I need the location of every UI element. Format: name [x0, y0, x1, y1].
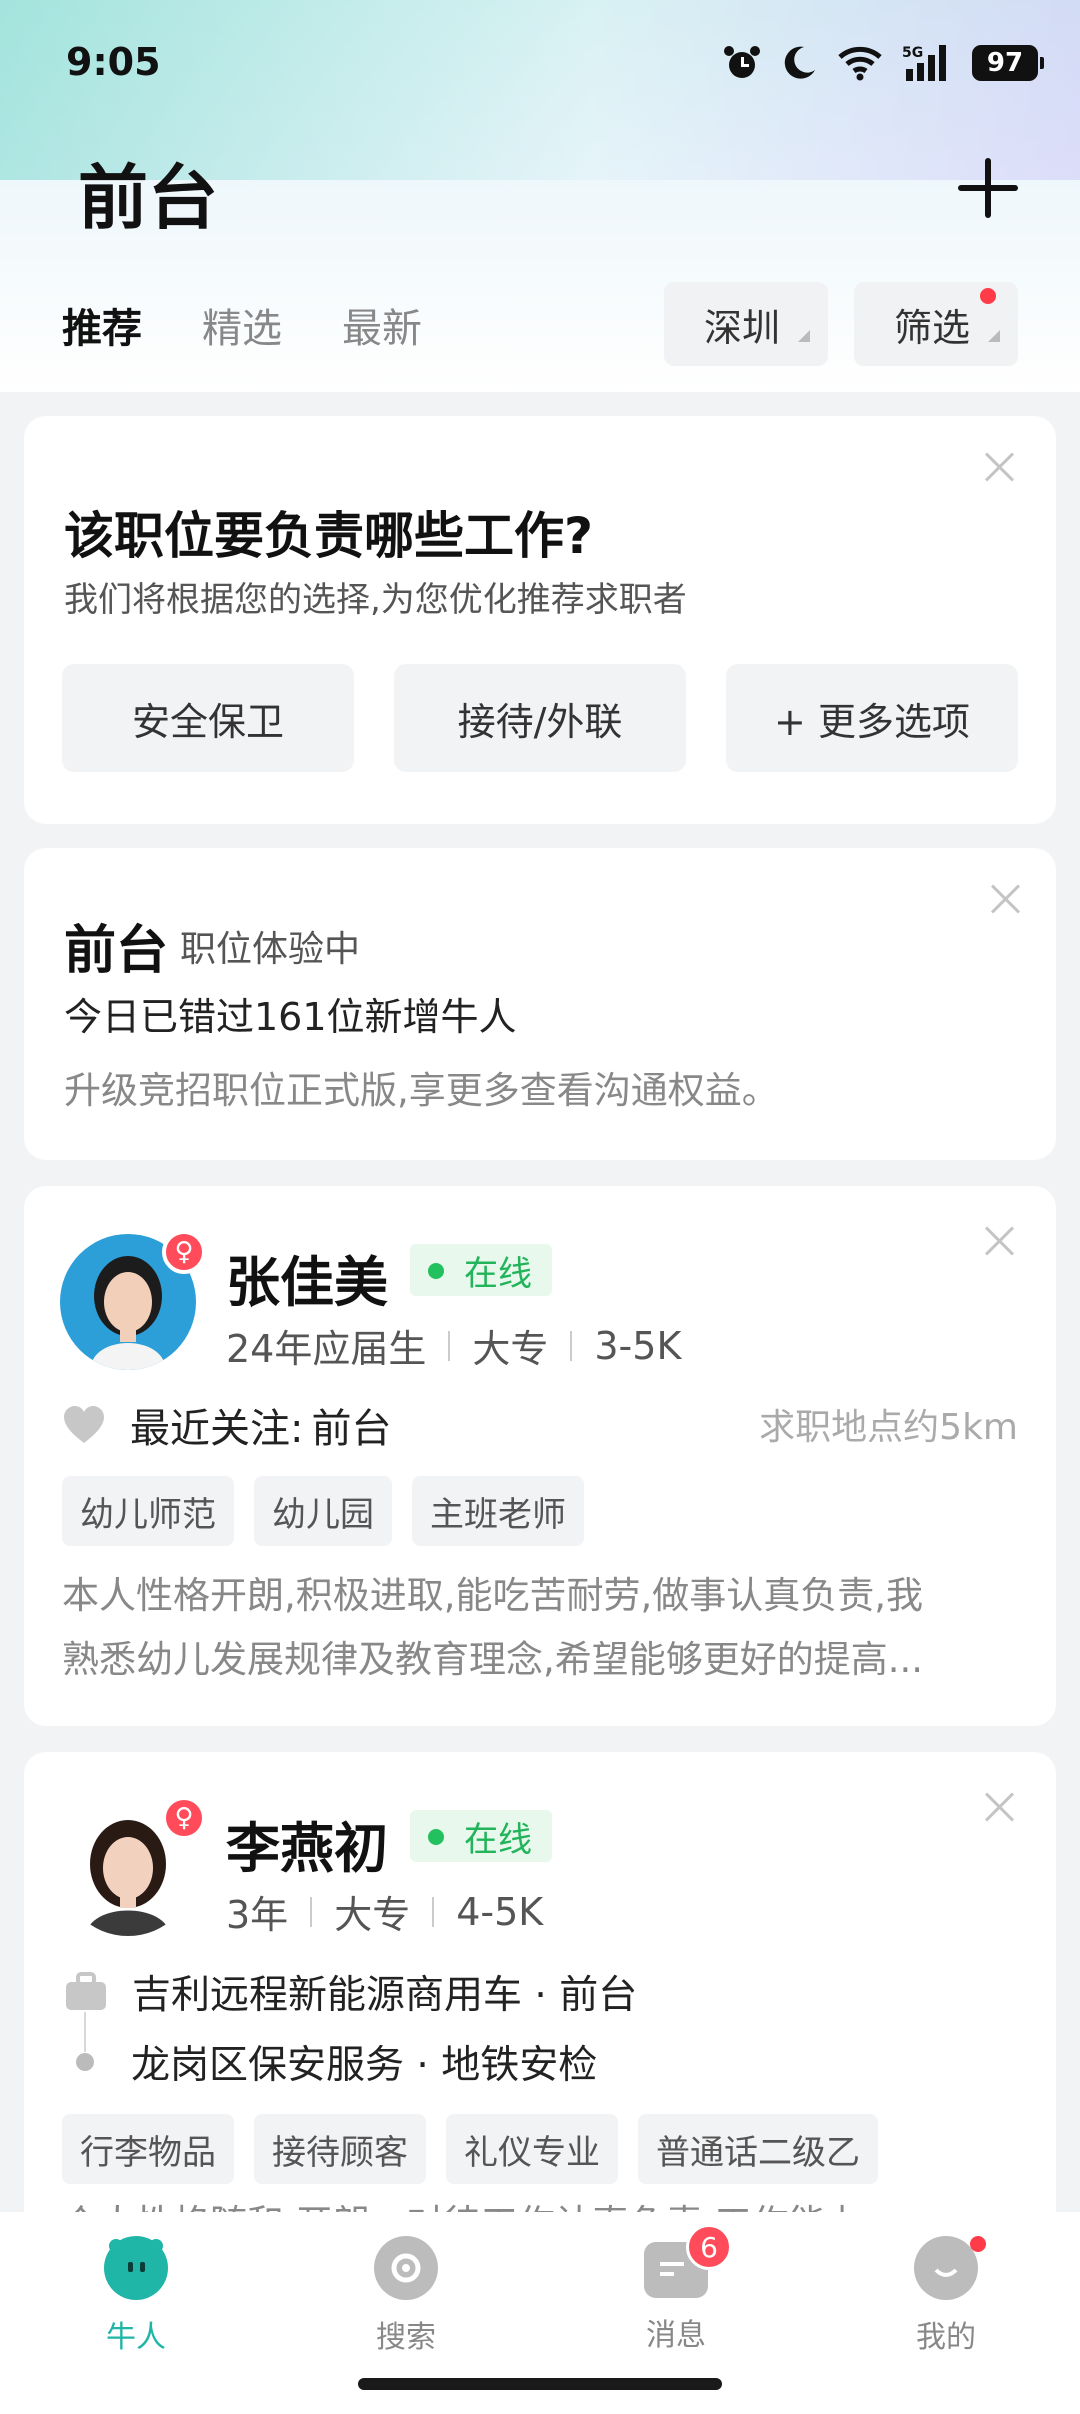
divider: [448, 1330, 451, 1361]
question-card: 该职位要负责哪些工作? 我们将根据您的选择,为您优化推荐求职者 安全保卫 接待/…: [24, 416, 1056, 824]
divider: [570, 1330, 573, 1361]
female-icon: ♀: [162, 1230, 206, 1274]
candidate-card[interactable]: ♀ 李燕初 在线 3年 大专 4-5K 吉利远程新能源商用车 · 前台 龙岗区保…: [24, 1752, 1056, 2272]
notification-dot: [970, 2236, 986, 2252]
nav-item-profile[interactable]: 我的: [866, 2236, 1026, 2356]
tag-chip: 主班老师: [412, 1476, 584, 1546]
tab-recommend[interactable]: 推荐: [62, 296, 142, 354]
city-filter-label: 深圳: [704, 305, 781, 350]
follow-label: 最近关注:: [130, 1406, 304, 1452]
tag-list: 幼儿师范 幼儿园 主班老师: [62, 1476, 584, 1546]
battery-icon: 97: [972, 45, 1044, 81]
svg-text:5G: 5G: [902, 45, 923, 61]
divider: [310, 1896, 313, 1927]
home-indicator[interactable]: [358, 2378, 722, 2390]
status-bar: 9:05 5G 97: [0, 0, 1080, 120]
nav-label: 我的: [916, 2320, 976, 2355]
candidate-card[interactable]: ♀ 张佳美 在线 24年应届生 大专 3-5K 最近关注: 前台 求职地点约5k…: [24, 1186, 1056, 1726]
heart-icon: [64, 1406, 104, 1443]
status-time: 9:05: [66, 40, 161, 84]
work-experience-text: 吉利远程新能源商用车 · 前台: [132, 1973, 638, 2018]
question-title: 该职位要负责哪些工作?: [64, 507, 594, 565]
filter-button[interactable]: 筛选: [854, 282, 1018, 366]
female-icon: ♀: [162, 1796, 206, 1840]
meta-experience: 3年: [226, 1893, 289, 1937]
profile-icon: [914, 2236, 978, 2300]
filter-label: 筛选: [894, 305, 971, 350]
work-experience-row: 吉利远程新能源商用车 · 前台: [64, 1964, 637, 2020]
close-icon[interactable]: [984, 1792, 1014, 1822]
option-button[interactable]: 安全保卫: [62, 664, 354, 772]
meta-education: 大专: [472, 1327, 549, 1371]
work-experience-text: 龙岗区保安服务 · 地铁安检: [131, 2043, 598, 2088]
nav-label: 搜索: [376, 2320, 436, 2355]
work-experience-row: 龙岗区保安服务 · 地铁安检: [64, 2034, 597, 2090]
meta-experience: 24年应届生: [226, 1327, 427, 1371]
nav-item-search[interactable]: 搜索: [326, 2236, 486, 2356]
trial-title: 前台: [64, 921, 169, 981]
nav-item-messages[interactable]: 6 消息: [596, 2224, 756, 2354]
nav-label: 消息: [646, 2318, 706, 2353]
briefcase-icon: [66, 1972, 106, 2010]
meta-salary: 4-5K: [456, 1889, 544, 1934]
tag-chip: 行李物品: [62, 2114, 234, 2184]
wifi-icon: [838, 46, 882, 81]
notification-dot: [980, 288, 996, 304]
trial-upgrade-text: 升级竞招职位正式版,享更多查看沟通权益。: [64, 1069, 779, 1112]
meta-salary: 3-5K: [594, 1323, 682, 1368]
dropdown-triangle-icon: [798, 330, 810, 342]
tag-list: 行李物品 接待顾客 礼仪专业 普通话二级乙: [62, 2114, 878, 2184]
nav-label: 牛人: [106, 2320, 166, 2355]
dropdown-triangle-icon: [988, 330, 1000, 342]
alarm-icon: [724, 46, 760, 78]
candidate-description: 本人性格开朗,积极进取,能吃苦耐劳,做事认真负责,我 熟悉幼儿发展规律及教育理念…: [62, 1564, 1022, 1692]
close-icon[interactable]: [984, 1226, 1014, 1256]
signal-icon: 5G: [902, 45, 946, 81]
candidate-name: 李燕初: [226, 1817, 388, 1880]
trial-missed-text: 今日已错过161位新增牛人: [64, 995, 517, 1039]
tab-bar: 推荐 精选 最新: [62, 296, 422, 354]
option-button[interactable]: 接待/外联: [394, 664, 686, 772]
candidate-meta: 3年 大专 4-5K: [226, 1884, 543, 1939]
moon-icon: [784, 46, 815, 79]
more-options-button[interactable]: + 更多选项: [726, 664, 1018, 772]
page-title: 前台: [78, 157, 218, 239]
description-line: 熟悉幼儿发展规律及教育理念,希望能够更好的提高...: [62, 1638, 924, 1681]
follow-value: 前台: [311, 1406, 392, 1452]
recent-follow-row: 最近关注: 前台: [62, 1396, 391, 1454]
online-badge: 在线: [410, 1810, 552, 1862]
question-subtitle: 我们将根据您的选择,为您优化推荐求职者: [64, 580, 687, 620]
nav-item-niuren[interactable]: 牛人: [56, 2236, 216, 2356]
tag-chip: 礼仪专业: [446, 2114, 618, 2184]
divider: [432, 1896, 435, 1927]
trial-card[interactable]: 前台 职位体验中 今日已错过161位新增牛人 升级竞招职位正式版,享更多查看沟通…: [24, 848, 1056, 1160]
candidate-meta: 24年应届生 大专 3-5K: [226, 1318, 681, 1373]
online-badge: 在线: [410, 1244, 552, 1296]
timeline-dot: [76, 2053, 94, 2071]
close-icon[interactable]: [990, 884, 1020, 914]
tag-chip: 普通话二级乙: [638, 2114, 878, 2184]
candidate-name: 张佳美: [226, 1251, 388, 1314]
tag-chip: 幼儿园: [254, 1476, 392, 1546]
tag-chip: 幼儿师范: [62, 1476, 234, 1546]
niuren-icon: [104, 2236, 168, 2300]
status-icons: 5G 97: [722, 40, 1044, 86]
tab-featured[interactable]: 精选: [202, 296, 282, 354]
search-icon: [374, 2236, 438, 2300]
meta-education: 大专: [334, 1893, 411, 1937]
tag-chip: 接待顾客: [254, 2114, 426, 2184]
description-line: 本人性格开朗,积极进取,能吃苦耐劳,做事认真负责,我: [62, 1574, 924, 1617]
plus-icon[interactable]: [954, 154, 1022, 222]
city-filter-button[interactable]: 深圳: [664, 282, 828, 366]
distance-text: 求职地点约5km: [759, 1407, 1018, 1448]
unread-badge: 6: [686, 2224, 732, 2270]
trial-tag: 职位体验中: [180, 929, 361, 970]
tab-latest[interactable]: 最新: [342, 296, 422, 354]
close-icon[interactable]: [984, 452, 1014, 482]
